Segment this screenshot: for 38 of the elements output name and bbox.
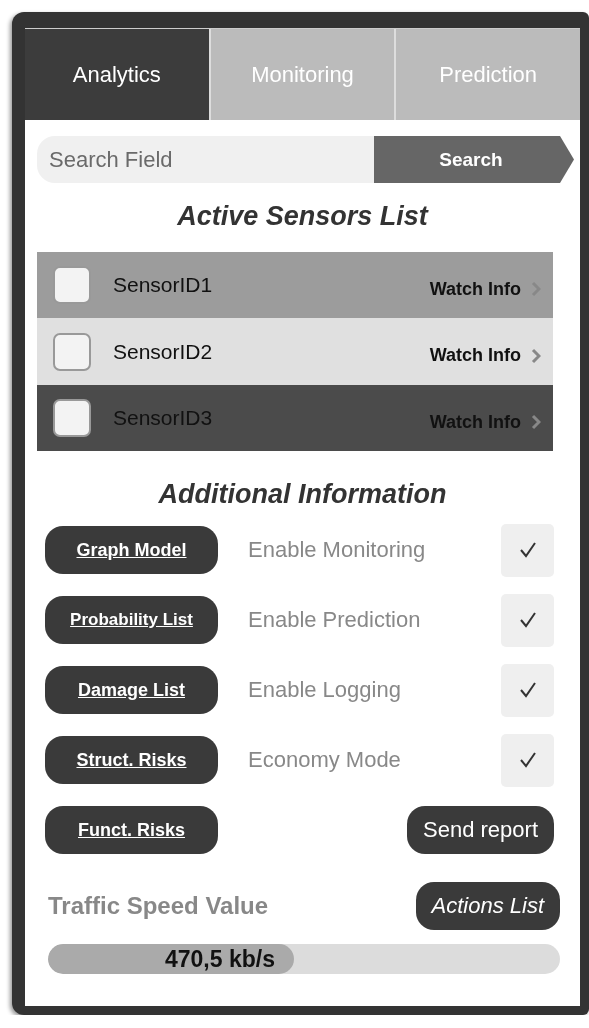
traffic-label: Traffic Speed Value xyxy=(48,892,270,920)
tab[interactable]: Analytics xyxy=(25,29,209,120)
checkbox[interactable] xyxy=(53,332,91,371)
sensor-row[interactable]: SensorID2 Watch Info xyxy=(37,318,553,385)
watch-info-link[interactable]: Watch Info xyxy=(429,345,541,366)
checkbox[interactable] xyxy=(501,663,554,717)
checkbox[interactable] xyxy=(53,399,91,437)
checkbox[interactable] xyxy=(501,733,554,787)
speed-reading: 470,5 kb/s xyxy=(165,946,275,973)
checkbox[interactable] xyxy=(501,523,554,577)
option-button[interactable]: Damage List xyxy=(45,666,218,714)
option-button[interactable]: Probability List xyxy=(45,596,218,644)
section-title: Active Sensors List xyxy=(176,201,430,232)
sensor-row[interactable]: SensorID1 Watch Info xyxy=(37,252,553,318)
sensor-name: SensorID1 xyxy=(113,273,214,297)
chevron-icon xyxy=(531,414,541,430)
checkbox[interactable] xyxy=(501,593,554,647)
option-button[interactable]: Struct. Risks xyxy=(45,736,218,784)
watch-info-link[interactable]: Watch Info xyxy=(429,278,541,300)
check-icon xyxy=(518,681,537,699)
chevron-icon xyxy=(531,347,541,364)
search-field[interactable]: Search Field xyxy=(37,136,374,183)
search-button[interactable]: Search xyxy=(374,136,574,183)
check-icon xyxy=(518,541,537,559)
option-label: Enable Monitoring xyxy=(248,537,427,563)
send-report-button[interactable]: Send report xyxy=(407,806,554,854)
sensor-name: SensorID3 xyxy=(113,406,214,430)
option-button[interactable]: Funct. Risks xyxy=(45,806,218,854)
section-title: Additional Information xyxy=(157,479,448,510)
check-icon xyxy=(518,751,537,769)
option-label: Enable Prediction xyxy=(248,607,422,633)
actions-list-button[interactable]: Actions List xyxy=(415,882,560,930)
option-label: Economy Mode xyxy=(248,747,402,773)
option-button[interactable]: Graph Model xyxy=(45,526,218,574)
checkbox[interactable] xyxy=(53,266,91,304)
check-icon xyxy=(518,611,537,629)
sensor-name: SensorID2 xyxy=(113,339,214,364)
option-label: Enable Logging xyxy=(248,677,402,703)
